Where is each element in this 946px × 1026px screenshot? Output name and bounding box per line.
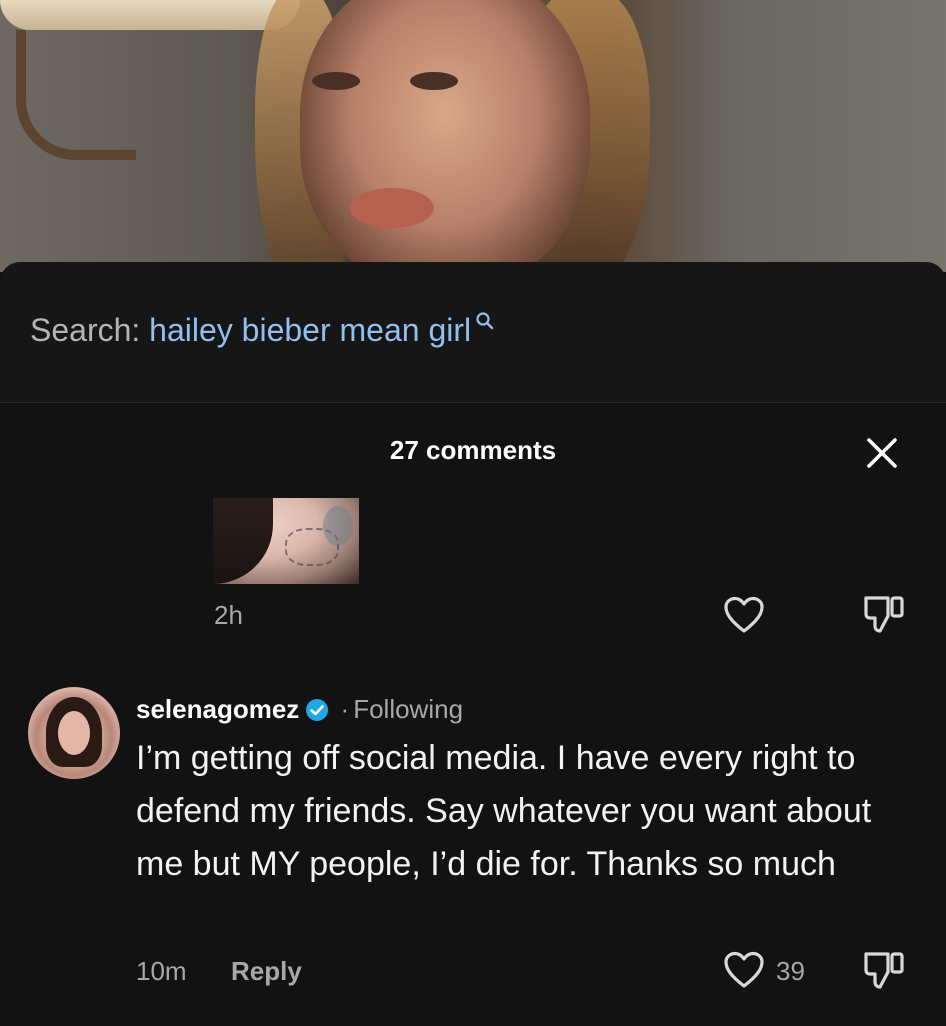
following-label: Following [353,694,464,724]
post-photo [0,0,946,272]
heart-icon[interactable] [723,596,765,634]
avatar[interactable] [28,687,120,779]
comment-author-row: selenagomez · Following [136,692,463,726]
like-count: 39 [776,956,805,986]
search-icon [475,311,495,331]
verified-badge-icon [305,698,329,722]
comment-timestamp: 2h [214,600,243,630]
reply-button[interactable]: Reply [231,956,302,987]
comment-image[interactable] [213,498,359,584]
search-query-link[interactable]: hailey bieber mean girl [149,312,471,348]
search-prefix: Search: [30,312,141,348]
comment-username[interactable]: selenagomez [136,694,299,724]
comments-header: 27 comments [0,403,946,497]
close-icon[interactable] [862,433,902,473]
comment-timestamp: 10m [136,956,187,986]
search-panel: Search: hailey bieber mean girl [0,262,946,403]
separator-dot: · [340,694,350,724]
comment-text: I’m getting off social media. I have eve… [136,739,872,883]
search-suggestion[interactable]: Search: hailey bieber mean girl [30,310,495,350]
comments-count: 27 comments [389,435,557,465]
thumbs-down-icon[interactable] [862,592,906,636]
thumbs-down-icon[interactable] [862,948,906,992]
heart-icon[interactable] [723,951,765,989]
